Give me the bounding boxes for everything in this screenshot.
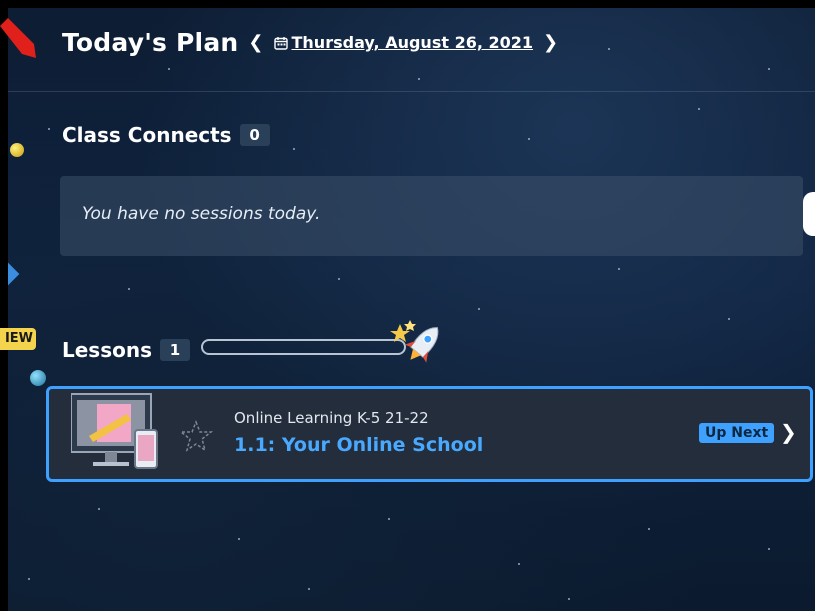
sessions-empty-message: You have no sessions today. bbox=[82, 204, 321, 224]
lessons-title: Lessons bbox=[62, 338, 152, 362]
sessions-empty-card: You have no sessions today. bbox=[60, 176, 803, 256]
star-field bbox=[8, 8, 815, 611]
star-outline-icon[interactable] bbox=[179, 419, 213, 453]
class-connects-count: 0 bbox=[239, 124, 270, 146]
lessons-progress-bar bbox=[201, 339, 406, 355]
header: Today's Plan ❮ Thursday, August 26, 2021… bbox=[62, 28, 558, 57]
lesson-card[interactable]: Online Learning K-5 21-22 1.1: Your Onli… bbox=[46, 386, 813, 482]
planet-blue bbox=[30, 370, 46, 386]
planet-yellow bbox=[10, 143, 24, 157]
date-link[interactable]: Thursday, August 26, 2021 bbox=[292, 33, 534, 52]
header-divider bbox=[8, 91, 815, 92]
lesson-title[interactable]: 1.1: Your Online School bbox=[234, 434, 483, 456]
chevron-right-icon[interactable]: ❯ bbox=[543, 32, 558, 53]
class-connects-heading: Class Connects 0 bbox=[62, 123, 270, 147]
up-next-badge: Up Next bbox=[699, 423, 775, 443]
lessons-count: 1 bbox=[160, 339, 190, 361]
calendar-icon bbox=[273, 36, 288, 50]
lessons-heading: Lessons 1 bbox=[62, 338, 190, 362]
lesson-thumbnail bbox=[71, 393, 158, 469]
chevron-right-icon[interactable]: ❯ bbox=[780, 420, 797, 444]
page-title: Today's Plan bbox=[62, 28, 239, 57]
pointer-arrow-icon bbox=[0, 18, 36, 58]
chevron-left-icon[interactable]: ❮ bbox=[248, 32, 263, 53]
date-selector[interactable]: Thursday, August 26, 2021 bbox=[273, 33, 534, 52]
rocket-icon bbox=[390, 320, 439, 363]
new-badge: IEW bbox=[0, 328, 36, 350]
class-connects-title: Class Connects bbox=[62, 123, 232, 147]
space-background bbox=[8, 8, 815, 611]
lesson-course-name: Online Learning K-5 21-22 bbox=[234, 409, 429, 427]
side-panel-tab[interactable] bbox=[803, 192, 815, 236]
